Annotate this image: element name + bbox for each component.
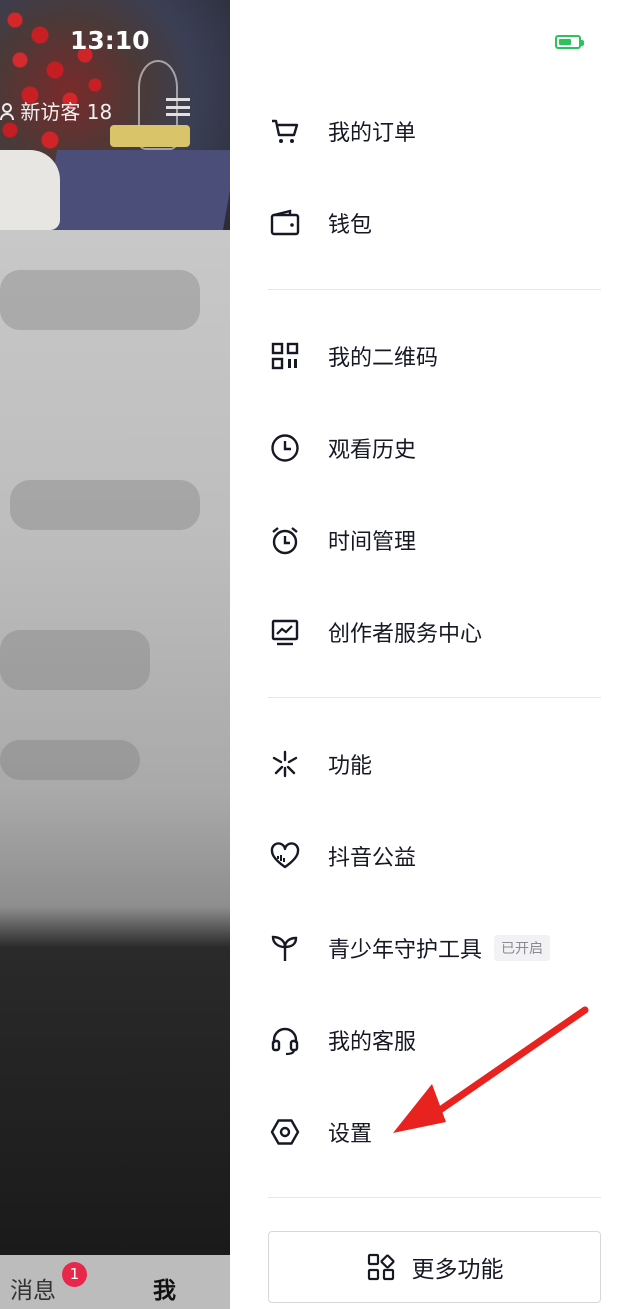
menu-item-label: 我的客服 [328, 1030, 417, 1055]
alarm-icon [268, 523, 302, 557]
battery-icon [555, 35, 584, 49]
tab-me[interactable]: 我 [153, 1271, 176, 1305]
menu-item-wallet[interactable]: 钱包 [268, 193, 608, 253]
qrcode-icon [268, 339, 302, 373]
new-visitors-label[interactable]: 新访客 18 [0, 96, 112, 125]
chart-monitor-icon [268, 615, 302, 649]
more-features-button[interactable]: 更多功能 [268, 1231, 601, 1303]
menu-icon[interactable] [166, 98, 190, 116]
divider [268, 289, 601, 290]
menu-item-time-management[interactable]: 时间管理 [268, 510, 608, 570]
menu-item-label: 设置 [328, 1122, 373, 1147]
clock-icon [268, 431, 302, 465]
cart-icon [268, 114, 302, 148]
menu-item-watch-history[interactable]: 观看历史 [268, 418, 608, 478]
menu-item-label: 抖音公益 [328, 846, 417, 871]
background-profile-page: 13:10 新访客 18 消息 1 我 [0, 0, 230, 1309]
blurred-content [0, 230, 230, 1255]
headset-icon [268, 1023, 302, 1057]
status-time: 13:10 [70, 26, 150, 55]
menu-item-label: 青少年守护工具 [328, 938, 483, 963]
divider [268, 1197, 601, 1198]
person-icon [0, 103, 14, 121]
wallet-icon [268, 206, 302, 240]
divider [268, 697, 601, 698]
sparkle-icon [268, 747, 302, 781]
menu-item-orders[interactable]: 我的订单 [268, 101, 608, 161]
status-badge: 已开启 [494, 935, 551, 961]
heart-icon [268, 839, 302, 873]
tab-messages[interactable]: 消息 [10, 1271, 56, 1305]
menu-item-label: 我的订单 [328, 121, 417, 146]
menu-item-creator-center[interactable]: 创作者服务中心 [268, 602, 608, 662]
menu-item-label: 观看历史 [328, 438, 417, 463]
menu-item-label: 时间管理 [328, 530, 417, 555]
menu-item-qrcode[interactable]: 我的二维码 [268, 326, 608, 386]
grid-icon [367, 1253, 395, 1281]
menu-item-label: 创作者服务中心 [328, 622, 483, 647]
menu-item-label: 我的二维码 [328, 346, 439, 371]
menu-item-features[interactable]: 功能 [268, 734, 608, 794]
menu-item-settings[interactable]: 设置 [268, 1102, 608, 1162]
menu-item-teen-protection[interactable]: 青少年守护工具 已开启 [268, 918, 608, 978]
message-badge: 1 [62, 1262, 87, 1287]
sprout-icon [268, 931, 302, 965]
menu-item-charity[interactable]: 抖音公益 [268, 826, 608, 886]
menu-item-label: 钱包 [328, 213, 373, 238]
menu-item-customer-service[interactable]: 我的客服 [268, 1010, 608, 1070]
hexagon-settings-icon [268, 1115, 302, 1149]
menu-item-label: 功能 [328, 754, 373, 779]
